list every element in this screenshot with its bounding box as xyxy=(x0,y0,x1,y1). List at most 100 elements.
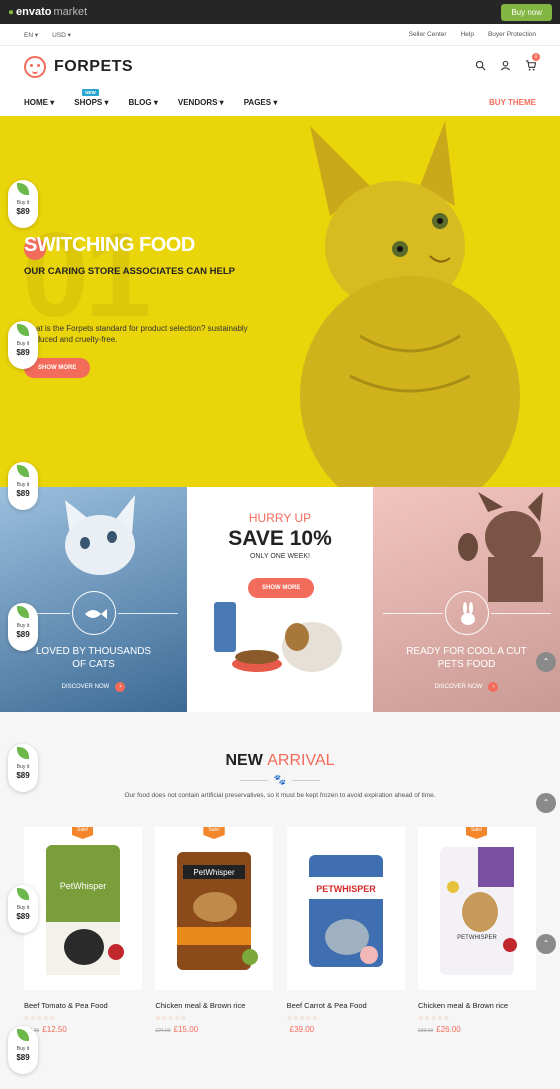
new-badge: NEW xyxy=(82,88,99,96)
envato-logo-suffix: market xyxy=(53,6,88,18)
new-arrival-subtitle: Our food does not contain artificial pre… xyxy=(124,792,436,799)
product-card[interactable]: PetWhisper Sale! Chicken meal & Brown ri… xyxy=(155,827,274,1034)
promo-sale: HURRY UP SAVE 10% ONLY ONE WEEK! SHOW MO… xyxy=(187,487,373,712)
help-link[interactable]: Help xyxy=(461,31,474,38)
fish-icon xyxy=(72,591,116,635)
rating-stars: ☆☆☆☆☆ xyxy=(417,1016,450,1022)
svg-text:PETWHISPER: PETWHISPER xyxy=(316,884,376,894)
scroll-up-button[interactable]: ⌃ xyxy=(536,934,556,954)
user-icon[interactable] xyxy=(500,60,511,74)
leaf-icon xyxy=(17,465,29,477)
product-price: £39.00 xyxy=(289,1025,315,1034)
product-name[interactable]: Beef Carrot & Pea Food xyxy=(287,1001,405,1010)
promo-dogs-caption: READY FOR COOL A CUT PETS FOOD xyxy=(406,646,527,670)
leaf-icon xyxy=(17,1029,29,1041)
promo-dogs[interactable]: READY FOR COOL A CUT PETS FOOD DISCOVER … xyxy=(373,487,560,712)
product-card[interactable]: PETWHISPER Beef Carrot & Pea Food ☆☆☆☆☆ … xyxy=(286,827,405,1034)
arrow-right-icon: › xyxy=(115,682,126,692)
rating-stars: ☆☆☆☆☆ xyxy=(24,1016,56,1022)
product-image[interactable]: PetWhisper Sale! xyxy=(155,827,274,990)
leaf-icon xyxy=(17,606,29,618)
product-price: £24.00 £15.00 xyxy=(155,1025,199,1034)
cart-icon[interactable]: 0 xyxy=(525,53,540,74)
envato-leaf-icon: ● xyxy=(8,6,15,18)
product-card[interactable]: PetWhisper Sale! Beef Tomato & Pea Food … xyxy=(24,827,142,1034)
divider-line xyxy=(491,613,551,614)
buy-theme-link[interactable]: BUY THEME xyxy=(489,98,536,107)
buy-it-badge[interactable]: Buy it $89 xyxy=(8,603,38,651)
cart-count: 0 xyxy=(532,53,540,61)
buy-it-badge[interactable]: Buy it $89 xyxy=(8,321,38,369)
buy-now-button[interactable]: Buy now xyxy=(501,3,552,21)
envato-logo-text: envato xyxy=(16,6,52,18)
promo-panels: LOVED BY THOUSANDS OF CATS DISCOVER NOW ›… xyxy=(0,487,560,712)
topbar: EN ▾ USD ▾ Seller Center Help Buyer Prot… xyxy=(0,24,560,46)
rating-stars: ☆☆☆☆☆ xyxy=(155,1016,188,1022)
main-nav: HOME ▾ NEW SHOPS ▾ BLOG ▾ VENDORS ▾ PAGES… xyxy=(0,88,560,116)
site-header: FORPETS 0 xyxy=(0,46,560,88)
divider-line xyxy=(118,613,178,614)
only-week-text: ONLY ONE WEEK! xyxy=(249,553,311,560)
section-divider: 🐾 xyxy=(0,775,560,786)
new-arrival-section: NEW ARRIVAL 🐾 Our food does not contain … xyxy=(0,712,560,1089)
product-image[interactable]: PETWHISPER Sale! xyxy=(417,827,536,990)
brand-logo[interactable]: FORPETS xyxy=(24,56,133,78)
nav-item-pages[interactable]: PAGES ▾ xyxy=(244,98,278,107)
nav-item-blog[interactable]: BLOG ▾ xyxy=(129,98,158,107)
svg-text:PetWhisper: PetWhisper xyxy=(60,881,107,891)
envato-bar: ● envato market Buy now xyxy=(0,0,560,24)
hero-subtitle: OUR CARING STORE ASSOCIATES CAN HELP xyxy=(24,266,235,277)
baby-face-icon xyxy=(24,56,46,78)
hurry-up-text: HURRY UP xyxy=(248,511,312,525)
product-name[interactable]: Chicken meal & Brown rice xyxy=(155,1001,273,1010)
language-select[interactable]: EN ▾ xyxy=(24,31,38,39)
sphynx-cat-image xyxy=(300,121,520,487)
dog-food-image xyxy=(214,602,342,672)
discover-now-link[interactable]: DISCOVER NOW › xyxy=(373,682,560,692)
divider-line xyxy=(383,613,443,614)
hero-text: What is the Forpets standard for product… xyxy=(24,324,248,344)
product-image[interactable]: PetWhisper Sale! xyxy=(24,827,142,990)
product-image[interactable]: PETWHISPER xyxy=(286,827,405,990)
currency-select[interactable]: USD ▾ xyxy=(52,31,71,39)
leaf-icon xyxy=(17,888,29,900)
buy-it-badge[interactable]: Buy it $89 xyxy=(8,885,38,933)
leaf-icon xyxy=(17,747,29,759)
product-card[interactable]: PETWHISPER Sale! Chicken meal & Brown ri… xyxy=(417,827,536,1034)
sale-show-more-button[interactable]: SHOW MORE xyxy=(248,578,315,598)
buyer-protection-link[interactable]: Buyer Protection xyxy=(488,31,536,38)
buy-it-badge[interactable]: Buy it $89 xyxy=(8,744,38,792)
search-icon[interactable] xyxy=(475,60,486,74)
product-grid: PetWhisper Sale! Beef Tomato & Pea Food … xyxy=(24,827,536,1034)
buy-it-badge[interactable]: Buy it $89 xyxy=(8,462,38,510)
rabbit-icon xyxy=(445,591,489,635)
buy-it-badge[interactable]: Buy it $89 xyxy=(8,180,38,228)
nav-item-shops[interactable]: NEW SHOPS ▾ xyxy=(74,88,109,107)
promo-cats[interactable]: LOVED BY THOUSANDS OF CATS DISCOVER NOW › xyxy=(0,487,187,712)
discover-now-link[interactable]: DISCOVER NOW › xyxy=(0,682,187,692)
leaf-icon xyxy=(17,183,29,195)
rating-stars: ☆☆☆☆☆ xyxy=(286,1016,319,1022)
product-name[interactable]: Beef Tomato & Pea Food xyxy=(24,1001,142,1010)
product-price: £30.00 £26.00 xyxy=(417,1025,461,1034)
svg-text:PETWHISPER: PETWHISPER xyxy=(457,935,497,941)
nav-item-vendors[interactable]: VENDORS ▾ xyxy=(178,98,224,107)
envato-logo[interactable]: ● envato market xyxy=(8,6,87,18)
svg-text:PetWhisper: PetWhisper xyxy=(194,868,236,877)
scroll-up-button[interactable]: ⌃ xyxy=(536,793,556,813)
hero-slider: 01 SWITCHING FOOD OUR CARING STORE ASSOC… xyxy=(0,116,560,487)
product-price: £15.00£12.50 xyxy=(24,1025,67,1034)
hero-title: SWITCHING FOOD xyxy=(24,234,195,256)
product-name[interactable]: Chicken meal & Brown rice xyxy=(418,1001,536,1010)
scroll-up-button[interactable]: ⌃ xyxy=(536,652,556,672)
seller-center-link[interactable]: Seller Center xyxy=(409,31,447,38)
save-text: SAVE 10% xyxy=(228,527,332,550)
brand-name: FORPETS xyxy=(54,58,134,75)
buy-it-badge[interactable]: Buy it $89 xyxy=(8,1026,38,1074)
nav-item-home[interactable]: HOME ▾ xyxy=(24,98,54,107)
dog-photo xyxy=(458,492,543,602)
leaf-icon xyxy=(17,324,29,336)
arrow-right-icon: › xyxy=(488,682,499,692)
cat-photo xyxy=(65,495,135,575)
paw-icon: 🐾 xyxy=(273,775,287,786)
